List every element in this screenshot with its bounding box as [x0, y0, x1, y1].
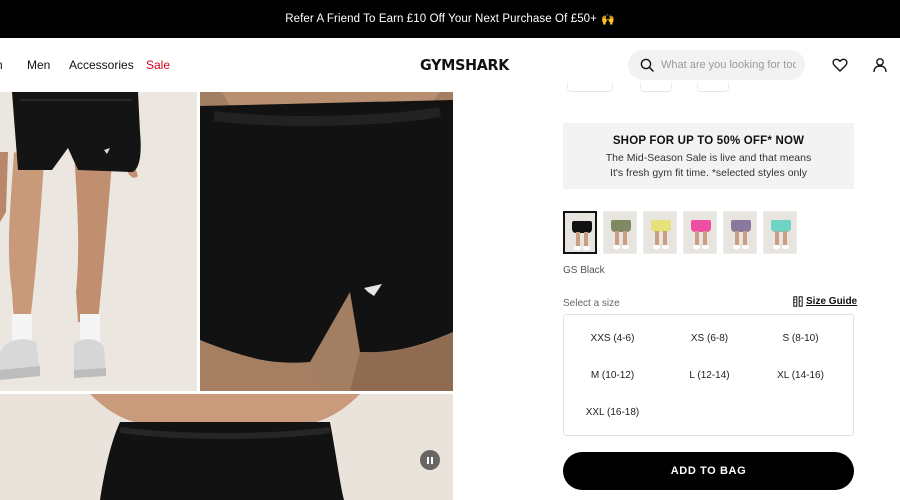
size-selector: XXS (4-6) XS (6-8) S (8-10) M (10-12) L …	[563, 314, 854, 436]
size-option[interactable]: XS (6-8)	[661, 333, 758, 344]
sale-banner[interactable]: SHOP FOR UP TO 50% OFF* NOW The Mid-Seas…	[563, 123, 854, 189]
site-header: n Men Accessories Sale GYMSHARK	[0, 38, 900, 92]
color-swatch[interactable]	[563, 211, 597, 254]
pause-icon[interactable]	[420, 450, 440, 470]
sale-banner-title: SHOP FOR UP TO 50% OFF* NOW	[612, 135, 805, 147]
brand-logo[interactable]: GYMSHARK	[420, 56, 509, 74]
scroll-remnant	[697, 82, 729, 92]
color-swatch[interactable]	[723, 211, 757, 254]
promo-banner[interactable]: Refer A Friend To Earn £10 Off Your Next…	[0, 0, 900, 38]
size-guide-text: Size Guide	[806, 296, 858, 307]
selected-color-name: GS Black	[563, 265, 605, 276]
search-bar[interactable]	[628, 50, 805, 80]
sale-banner-description: The Mid-Season Sale is live and that mea…	[605, 152, 812, 179]
size-option[interactable]: XL (14-16)	[752, 370, 849, 381]
color-swatch[interactable]	[603, 211, 637, 254]
user-icon[interactable]	[872, 57, 888, 73]
color-swatch[interactable]	[683, 211, 717, 254]
nav-item-women[interactable]: n	[0, 58, 3, 72]
promo-text: Refer A Friend To Earn £10 Off Your Next…	[285, 13, 597, 25]
search-input[interactable]	[661, 59, 796, 71]
size-guide-link[interactable]: Size Guide	[793, 296, 857, 307]
nav-item-accessories[interactable]: Accessories	[69, 58, 134, 72]
product-image-front[interactable]	[0, 92, 197, 391]
size-option[interactable]: S (8-10)	[752, 333, 849, 344]
color-swatch[interactable]	[643, 211, 677, 254]
add-to-bag-button[interactable]: ADD TO BAG	[563, 452, 854, 490]
color-swatch[interactable]	[763, 211, 797, 254]
product-image-closeup[interactable]	[200, 92, 453, 391]
heart-icon[interactable]	[832, 57, 848, 73]
promo-emoji: 🙌	[601, 13, 615, 26]
product-image-back[interactable]	[0, 394, 453, 500]
nav-item-sale[interactable]: Sale	[146, 58, 170, 72]
scroll-remnant	[567, 82, 613, 92]
ruler-icon	[793, 296, 803, 307]
size-option[interactable]: L (12-14)	[661, 370, 758, 381]
nav-item-men[interactable]: Men	[27, 58, 50, 72]
product-gallery	[0, 92, 454, 500]
size-option[interactable]: XXL (16-18)	[564, 407, 661, 418]
size-label: Select a size	[563, 298, 620, 309]
scroll-remnant	[640, 82, 672, 92]
size-option[interactable]: M (10-12)	[564, 370, 661, 381]
search-icon	[640, 58, 654, 72]
size-option[interactable]: XXS (4-6)	[564, 333, 661, 344]
